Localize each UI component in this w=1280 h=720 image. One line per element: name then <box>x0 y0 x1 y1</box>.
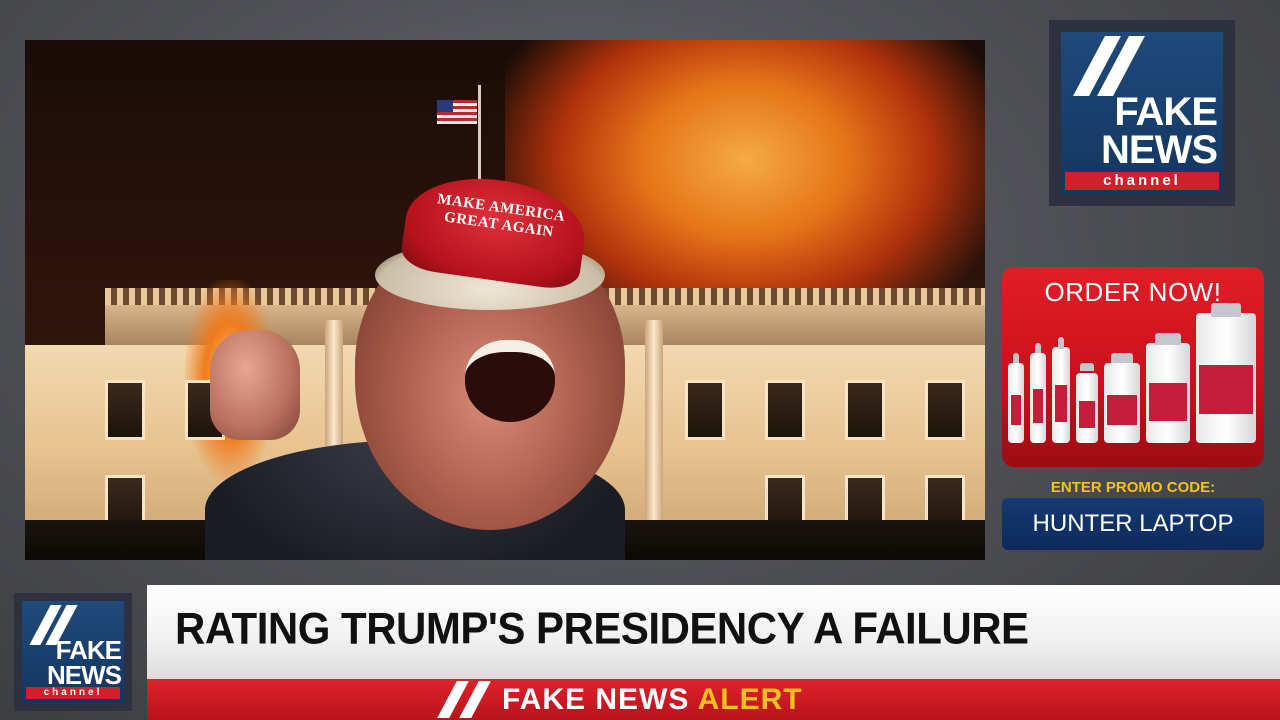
vial-icon <box>1104 353 1140 443</box>
window <box>845 380 885 440</box>
channel-logo-small: FAKE NEWS channel <box>14 593 132 711</box>
window <box>105 380 145 440</box>
vial-icon <box>1076 363 1098 443</box>
raised-fist <box>210 330 300 440</box>
caricature-mouth <box>465 340 555 422</box>
logo-word-news: NEWS <box>1101 128 1218 172</box>
alert-suffix: ALERT <box>697 683 803 716</box>
alert-prefix: FAKE NEWS <box>502 683 690 716</box>
vial-icon <box>1052 337 1070 443</box>
channel-logo-large: FAKE NEWS channel <box>1049 20 1235 206</box>
logo-word-news: NEWS <box>47 660 122 690</box>
logo-channel-label: channel <box>26 687 120 699</box>
vial-icon <box>1030 343 1046 443</box>
alert-text: FAKE NEWS ALERT <box>502 683 803 717</box>
window <box>765 380 805 440</box>
headline-text: RATING TRUMP'S PRESIDENCY A FAILURE <box>175 603 1029 654</box>
alert-bar: FAKE NEWS ALERT <box>147 679 1280 720</box>
logo-word-fake: FAKE <box>1114 90 1218 134</box>
order-now-ad[interactable]: ORDER NOW! <box>1002 267 1264 467</box>
logo-background: FAKE NEWS channel <box>22 601 124 703</box>
window <box>925 380 965 440</box>
vial-icon <box>1146 333 1190 443</box>
promo-code-label: ENTER PROMO CODE: <box>1050 479 1216 496</box>
logo-background: FAKE NEWS channel <box>1061 32 1223 194</box>
vial-icon <box>1008 353 1024 443</box>
logo-channel-label: channel <box>1065 172 1219 190</box>
main-video-frame: MAKE AMERICA GREAT AGAIN <box>25 40 985 560</box>
us-flag-icon <box>437 100 477 124</box>
vial-icon <box>1196 303 1256 443</box>
promo-code-box[interactable]: HUNTER LAPTOP <box>1002 498 1264 550</box>
window <box>685 380 725 440</box>
headline-bar: RATING TRUMP'S PRESIDENCY A FAILURE <box>147 585 1280 679</box>
